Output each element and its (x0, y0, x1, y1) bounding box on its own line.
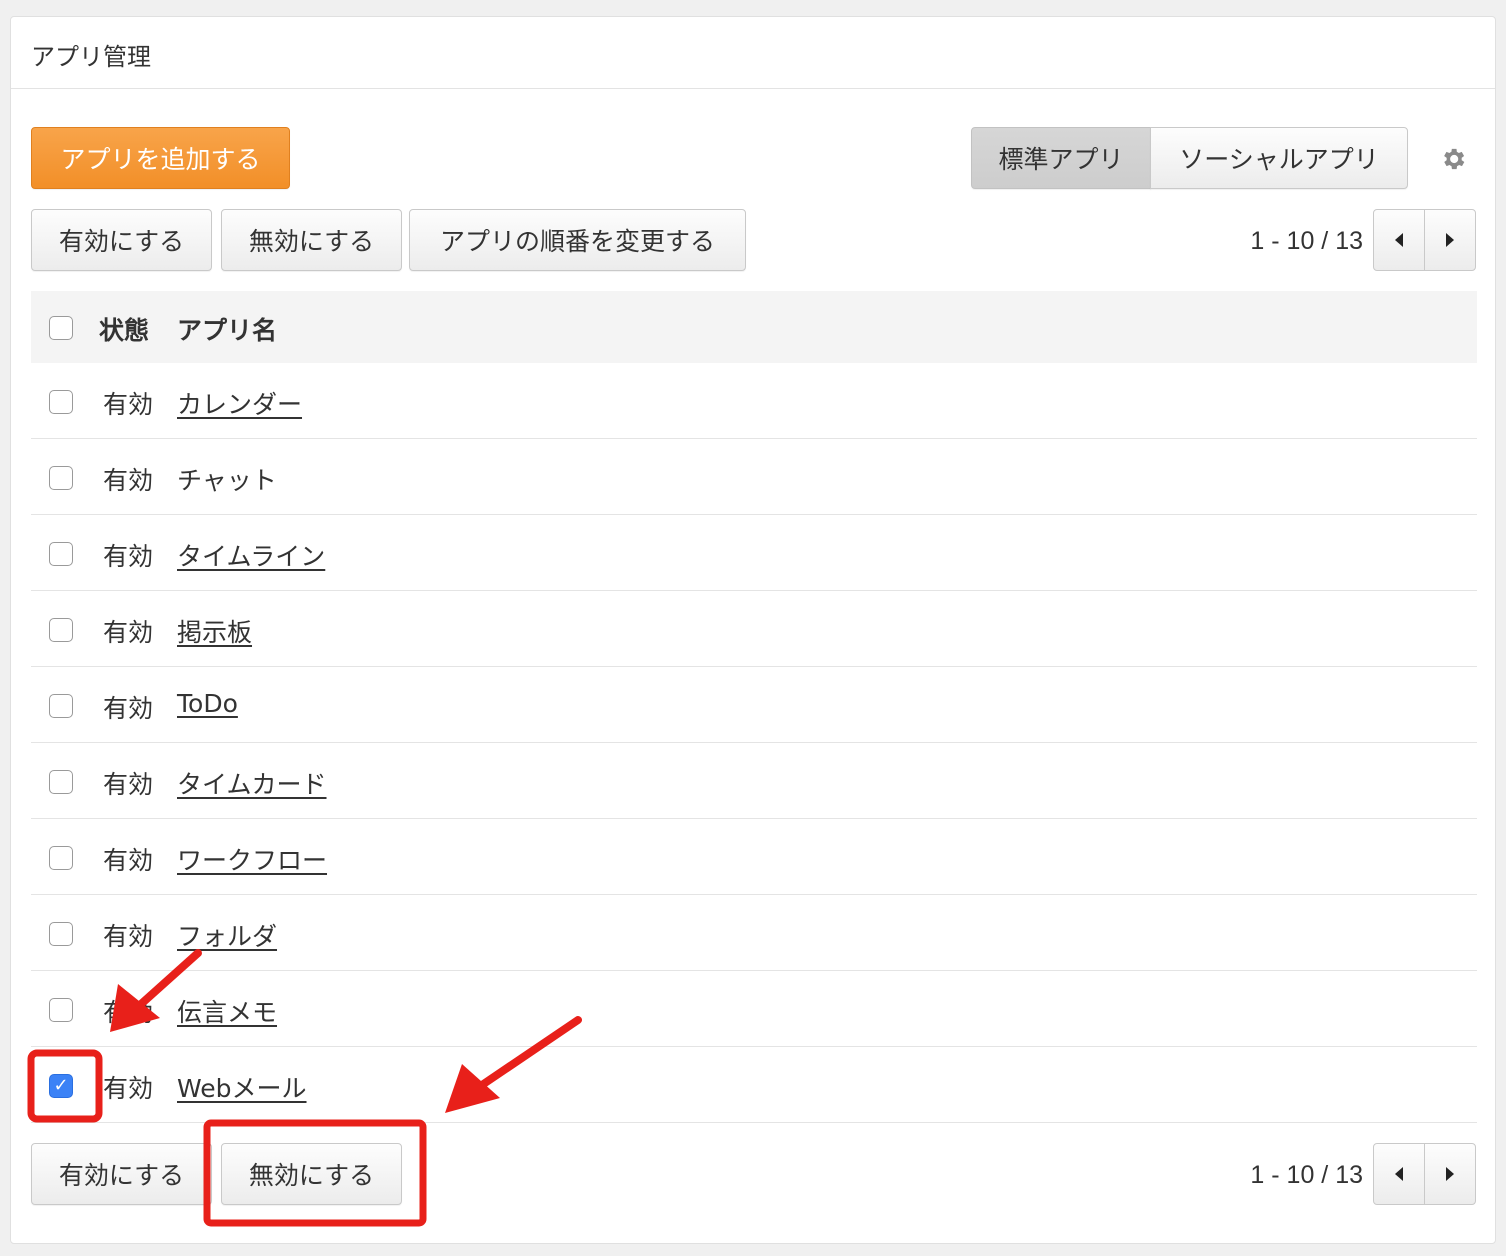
pagination-range-bottom: 1 - 10 / 13 (1250, 1161, 1363, 1189)
add-app-button[interactable]: アプリを追加する (31, 127, 290, 189)
row-status: 有効 (103, 618, 154, 647)
table-row: 有効 タイムライン (31, 515, 1477, 591)
disable-button-bottom[interactable]: 無効にする (221, 1143, 402, 1205)
disable-button-top[interactable]: 無効にする (221, 209, 402, 271)
row-checkbox[interactable] (49, 618, 73, 642)
row-checkbox[interactable] (49, 922, 73, 946)
next-page-button-top[interactable] (1424, 209, 1476, 271)
table-row: 有効 フォルダ (31, 895, 1477, 971)
table-row: 有効 チャット (31, 439, 1477, 515)
tab-standard-apps[interactable]: 標準アプリ (971, 127, 1151, 189)
table-row: 有効 伝言メモ (31, 971, 1477, 1047)
prev-page-button-top[interactable] (1373, 209, 1425, 271)
tab-social-apps[interactable]: ソーシャルアプリ (1150, 127, 1408, 189)
caret-left-icon (1395, 1167, 1403, 1181)
row-app-name[interactable]: タイムライン (177, 537, 325, 573)
row-checkbox[interactable] (49, 846, 73, 870)
row-app-name[interactable]: 伝言メモ (177, 993, 277, 1029)
row-status: 有効 (103, 542, 154, 571)
table-row: ✓ 有効 Webメール (31, 1047, 1477, 1123)
row-status: 有効 (103, 770, 154, 799)
row-app-name[interactable]: タイムカード (177, 765, 327, 801)
row-checkbox[interactable]: ✓ (49, 1074, 73, 1098)
row-checkbox[interactable] (49, 542, 73, 566)
row-status: 有効 (103, 466, 154, 495)
row-checkbox[interactable] (49, 770, 73, 794)
select-all-checkbox[interactable] (49, 316, 73, 340)
app-management-panel: アプリ管理 アプリを追加する 標準アプリ ソーシャルアプリ 有効にする 無効にす… (10, 16, 1496, 1244)
row-app-name[interactable]: ワークフロー (177, 841, 327, 877)
gear-icon[interactable] (1439, 145, 1467, 173)
enable-button-bottom[interactable]: 有効にする (31, 1143, 212, 1205)
row-status: 有効 (103, 694, 154, 723)
checkmark-icon: ✓ (53, 1075, 69, 1096)
row-app-name[interactable]: Webメール (177, 1069, 307, 1105)
caret-right-icon (1446, 233, 1454, 247)
prev-page-button-bottom[interactable] (1373, 1143, 1425, 1205)
table-row: 有効 ToDo (31, 667, 1477, 743)
column-header-status: 状態 (99, 316, 150, 345)
row-checkbox[interactable] (49, 466, 73, 490)
table-row: 有効 ワークフロー (31, 819, 1477, 895)
row-status: 有効 (103, 390, 154, 419)
row-app-name[interactable]: カレンダー (177, 385, 302, 421)
page-title: アプリ管理 (31, 43, 151, 71)
row-checkbox[interactable] (49, 998, 73, 1022)
row-app-name: チャット (177, 466, 277, 495)
row-app-name[interactable]: フォルダ (177, 917, 277, 953)
reorder-apps-button[interactable]: アプリの順番を変更する (409, 209, 746, 271)
row-app-name[interactable]: ToDo (177, 689, 238, 718)
column-header-app-name: アプリ名 (177, 316, 278, 345)
row-checkbox[interactable] (49, 694, 73, 718)
panel-header: アプリ管理 (11, 17, 1495, 89)
row-status: 有効 (103, 998, 154, 1027)
caret-right-icon (1446, 1167, 1454, 1181)
table-row: 有効 カレンダー (31, 363, 1477, 439)
pagination-range-top: 1 - 10 / 13 (1250, 227, 1363, 255)
next-page-button-bottom[interactable] (1424, 1143, 1476, 1205)
row-app-name[interactable]: 掲示板 (177, 613, 252, 649)
row-status: 有効 (103, 1074, 154, 1103)
row-status: 有効 (103, 846, 154, 875)
table-row: 有効 タイムカード (31, 743, 1477, 819)
caret-left-icon (1395, 233, 1403, 247)
table-header: 状態 アプリ名 (31, 291, 1477, 363)
row-status: 有効 (103, 922, 154, 951)
row-checkbox[interactable] (49, 390, 73, 414)
table-row: 有効 掲示板 (31, 591, 1477, 667)
enable-button-top[interactable]: 有効にする (31, 209, 212, 271)
